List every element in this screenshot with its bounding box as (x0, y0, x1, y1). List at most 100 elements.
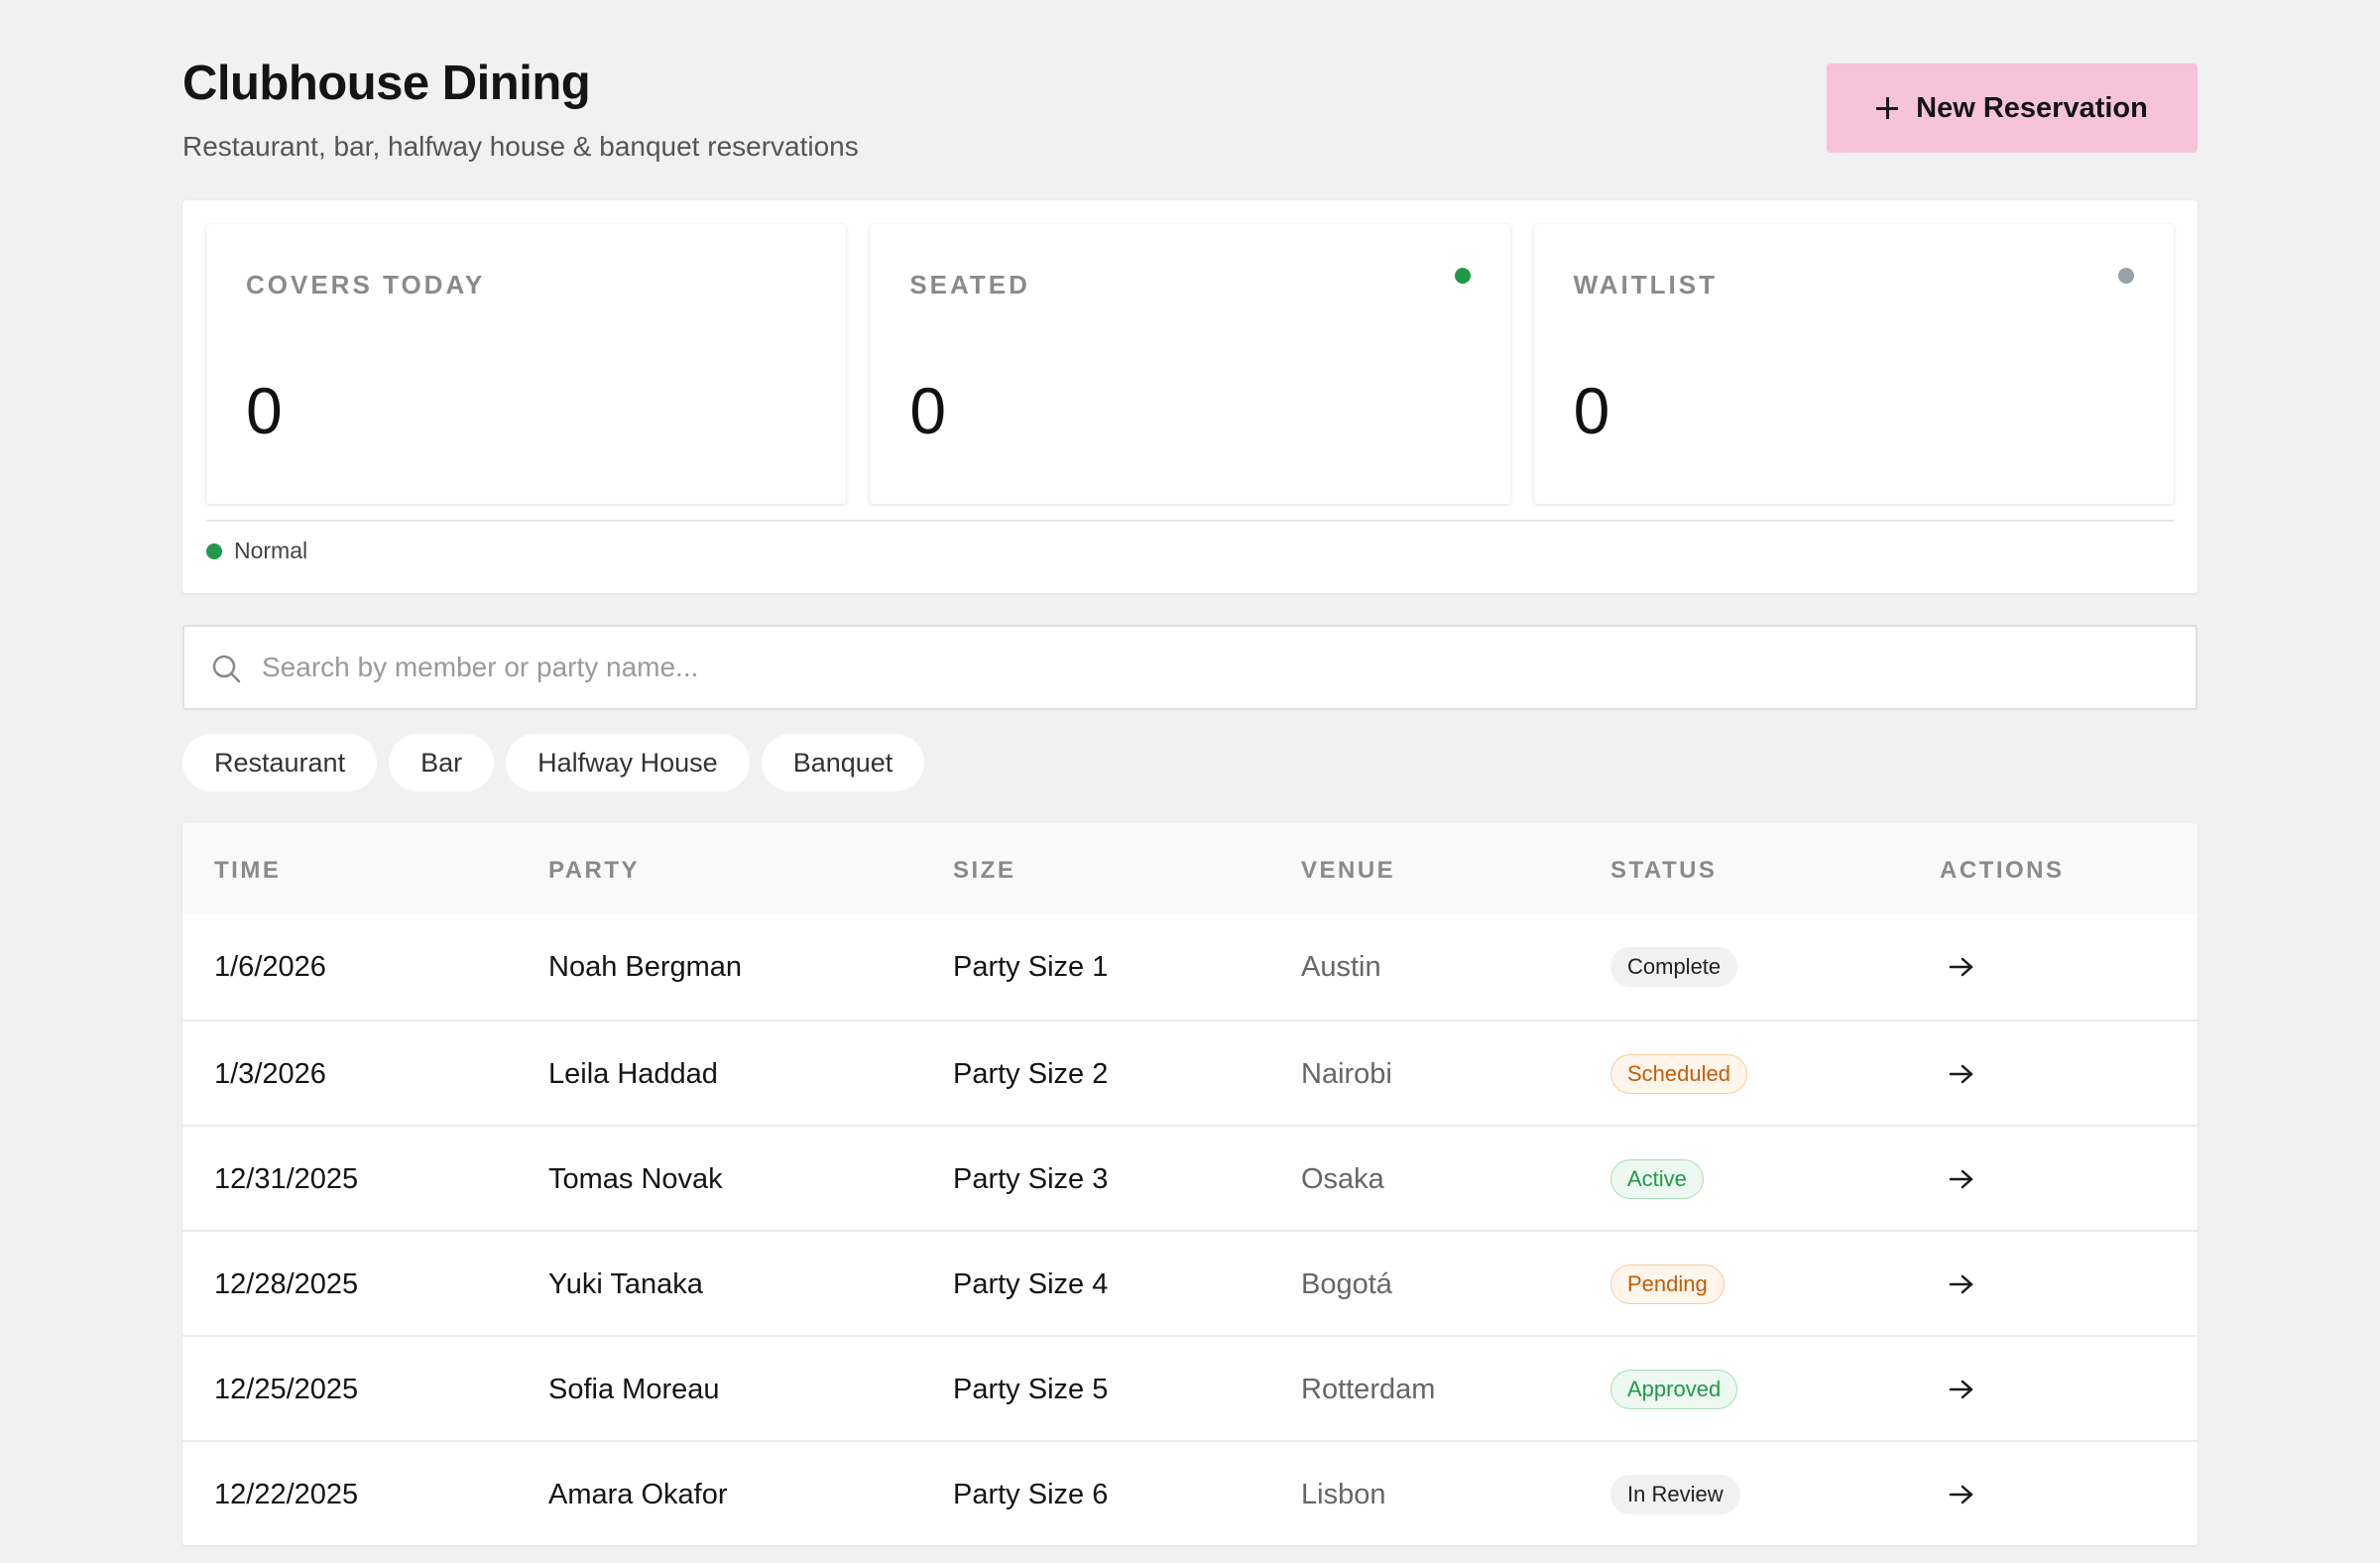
arrow-right-icon (1949, 1380, 1973, 1399)
column-header-status[interactable]: STATUS (1610, 857, 1717, 885)
waitlist-indicator-dot (2117, 268, 2134, 284)
cell-size: Party Size 6 (953, 1478, 1109, 1510)
status-badge: Approved (1610, 1370, 1738, 1409)
new-reservation-label: New Reservation (1916, 91, 2148, 124)
open-reservation-button[interactable] (1940, 945, 1983, 989)
table-row[interactable]: 12/25/2025 Sofia Moreau Party Size 5 Rotter… (182, 1335, 2198, 1440)
venue-filters: Restaurant Bar Halfway House Banquet (182, 734, 925, 791)
table-row[interactable]: 1/3/2026 Leila Haddad Party Size 2 Nairobi S… (182, 1020, 2198, 1125)
status-badge: Pending (1610, 1264, 1725, 1304)
cell-party: Sofia Moreau (548, 1373, 720, 1405)
status-badge: Active (1610, 1159, 1704, 1199)
cell-party: Tomas Novak (548, 1162, 723, 1195)
filter-chip-bar[interactable]: Bar (389, 734, 495, 791)
seated-indicator-dot (1454, 268, 1471, 284)
stat-label: SEATED (909, 270, 1030, 300)
open-reservation-button[interactable] (1940, 1368, 1983, 1411)
cell-time: 12/28/2025 (214, 1267, 359, 1300)
open-reservation-button[interactable] (1940, 1052, 1983, 1096)
cell-actions (1940, 1232, 1983, 1337)
stat-label: COVERS TODAY (246, 270, 486, 300)
stat-value: 0 (909, 374, 947, 447)
cell-status: Scheduled (1610, 1022, 1747, 1127)
cell-time: 12/31/2025 (214, 1162, 359, 1195)
arrow-right-icon (1949, 1485, 1973, 1504)
cell-actions (1940, 1127, 1983, 1232)
cell-status: Active (1610, 1127, 1704, 1232)
stats-panel: COVERS TODAY 0 SEATED 0 WAITLIST 0 Norma… (182, 200, 2198, 593)
cell-status: In Review (1610, 1442, 1740, 1545)
page-subtitle: Restaurant, bar, halfway house & banquet… (182, 131, 859, 162)
arrow-right-icon (1949, 957, 1973, 977)
divider (206, 520, 2174, 522)
cell-status: Approved (1610, 1337, 1738, 1442)
cell-party: Yuki Tanaka (548, 1267, 703, 1300)
table-row[interactable]: 12/28/2025 Yuki Tanaka Party Size 4 Bogotá P… (182, 1230, 2198, 1335)
cell-time: 1/6/2026 (214, 950, 326, 983)
cell-size: Party Size 4 (953, 1267, 1109, 1300)
arrow-right-icon (1949, 1274, 1973, 1294)
stat-cards: COVERS TODAY 0 SEATED 0 WAITLIST 0 (206, 224, 2174, 504)
cell-status: Pending (1610, 1232, 1725, 1337)
cell-size: Party Size 5 (953, 1373, 1109, 1405)
page-header: Clubhouse Dining Restaurant, bar, halfwa… (182, 50, 2198, 169)
column-header-time[interactable]: TIME (214, 857, 281, 885)
dining-page: Clubhouse Dining Restaurant, bar, halfwa… (0, 0, 2380, 1563)
cell-venue: Austin (1301, 950, 1381, 983)
cell-venue: Lisbon (1301, 1478, 1386, 1510)
stat-label: WAITLIST (1573, 270, 1718, 300)
search-box (182, 625, 2198, 710)
column-header-party[interactable]: PARTY (548, 857, 640, 885)
plus-icon (1876, 97, 1899, 119)
filter-chip-restaurant[interactable]: Restaurant (182, 734, 378, 791)
cell-actions (1940, 1442, 1983, 1545)
filter-chip-halfway-house[interactable]: Halfway House (506, 734, 750, 791)
open-reservation-button[interactable] (1940, 1262, 1983, 1306)
cell-status: Complete (1610, 914, 1738, 1020)
page-title: Clubhouse Dining (182, 57, 591, 110)
cell-party: Leila Haddad (548, 1057, 718, 1090)
filter-chip-banquet[interactable]: Banquet (761, 734, 925, 791)
cell-actions (1940, 1022, 1983, 1127)
table-header: TIME PARTY SIZE VENUE STATUS ACTIONS (182, 823, 2198, 914)
search-icon (212, 655, 241, 683)
stat-card-seated: SEATED 0 (870, 224, 1510, 504)
search-input[interactable] (262, 627, 2176, 708)
stat-value: 0 (246, 374, 283, 447)
cell-size: Party Size 2 (953, 1057, 1109, 1090)
cell-party: Noah Bergman (548, 950, 743, 983)
cell-size: Party Size 3 (953, 1162, 1109, 1195)
column-header-size[interactable]: SIZE (953, 857, 1015, 885)
cell-party: Amara Okafor (548, 1478, 728, 1510)
status-dot (206, 542, 222, 559)
open-reservation-button[interactable] (1940, 1157, 1983, 1201)
cell-size: Party Size 1 (953, 950, 1109, 983)
status-indicator: Normal (206, 538, 307, 564)
table-row[interactable]: 12/31/2025 Tomas Novak Party Size 3 Osaka Ac… (182, 1125, 2198, 1230)
stat-card-covers-today: COVERS TODAY 0 (206, 224, 847, 504)
reservations-table: TIME PARTY SIZE VENUE STATUS ACTIONS 1/6… (182, 823, 2198, 1545)
status-badge: In Review (1610, 1475, 1740, 1514)
cell-actions (1940, 1337, 1983, 1442)
cell-venue: Osaka (1301, 1162, 1384, 1195)
cell-time: 12/22/2025 (214, 1478, 359, 1510)
cell-time: 1/3/2026 (214, 1057, 326, 1090)
column-header-venue[interactable]: VENUE (1301, 857, 1395, 885)
column-header-actions: ACTIONS (1940, 857, 2065, 884)
table-row[interactable]: 1/6/2026 Noah Bergman Party Size 1 Austin Co… (182, 914, 2198, 1020)
cell-venue: Rotterdam (1301, 1373, 1436, 1405)
stat-card-waitlist: WAITLIST 0 (1533, 224, 2174, 504)
cell-venue: Bogotá (1301, 1267, 1392, 1300)
stat-value: 0 (1573, 374, 1610, 447)
arrow-right-icon (1949, 1169, 1973, 1189)
status-badge: Scheduled (1610, 1054, 1747, 1094)
new-reservation-button[interactable]: New Reservation (1827, 63, 2198, 153)
table-row[interactable]: 12/22/2025 Amara Okafor Party Size 6 Lisbon… (182, 1440, 2198, 1545)
status-label: Normal (234, 538, 308, 563)
status-badge: Complete (1610, 947, 1738, 987)
cell-time: 12/25/2025 (214, 1373, 359, 1405)
arrow-right-icon (1949, 1064, 1973, 1084)
cell-venue: Nairobi (1301, 1057, 1392, 1090)
cell-actions (1940, 914, 1983, 1020)
open-reservation-button[interactable] (1940, 1473, 1983, 1516)
